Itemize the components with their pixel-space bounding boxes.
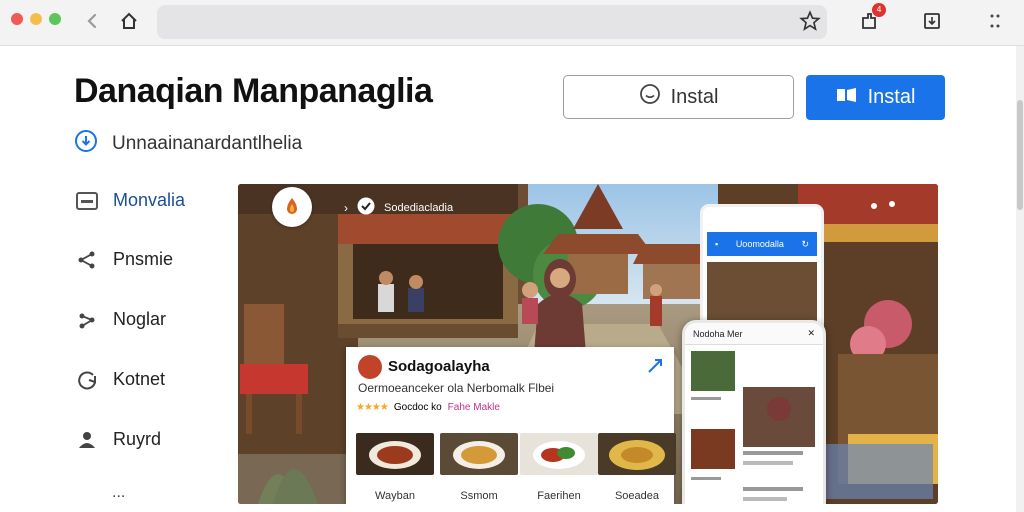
downloads-icon[interactable] xyxy=(920,9,944,33)
card-avatar xyxy=(358,355,382,379)
dish-item: Faerihen xyxy=(520,433,598,502)
back-icon[interactable] xyxy=(80,9,104,33)
phone-header-title: Nodoha Mer xyxy=(693,328,743,339)
star-bookmark-icon[interactable] xyxy=(798,9,822,33)
sidebar-item-label: Monvalia xyxy=(113,190,186,210)
share-icon xyxy=(74,247,99,272)
address-bar[interactable] xyxy=(157,5,827,39)
person-icon xyxy=(74,427,99,452)
sidebar-item-pnsmie[interactable]: Pnsmie xyxy=(74,247,173,272)
phone-mockup: Nodoha Mer ✕ xyxy=(682,320,826,504)
subtitle-row: Unnaainanardantlhelia xyxy=(74,129,302,158)
dish-label: Faerihen xyxy=(537,490,581,502)
sidebar-item-label: Kotnet xyxy=(113,369,166,389)
dish-label: Wayban xyxy=(375,490,415,502)
sidebar-item-kotnet[interactable]: Kotnet xyxy=(74,367,165,392)
share-star-icon xyxy=(646,357,664,375)
app-logo xyxy=(272,187,312,227)
sidebar-item-label: Pnsmie xyxy=(113,249,174,269)
card-rating: ★★★★ Gocdoc ko Fahe Makle xyxy=(356,402,500,413)
dish-image xyxy=(520,433,598,475)
tablet-bar-label: Uoomodalla xyxy=(735,239,784,249)
app-title: Danaqian Manpanaglia xyxy=(74,72,433,110)
card-description: Oermoeanceker ola Nerbomalk Flbei xyxy=(358,381,555,395)
window-maximize-dot[interactable] xyxy=(49,13,61,25)
close-icon: ✕ xyxy=(807,328,815,338)
share-nodes-icon xyxy=(74,307,99,332)
chevron-right-icon: › xyxy=(344,200,348,215)
window-close-dot[interactable] xyxy=(11,13,23,25)
install-primary-button[interactable]: Instal xyxy=(806,75,945,120)
refresh-small-icon: ↻ xyxy=(801,238,809,249)
dish-item: Soeadea xyxy=(598,433,676,502)
page-scrollbar[interactable] xyxy=(1016,46,1024,512)
window-icon xyxy=(74,188,99,213)
install-outline-label: Instal xyxy=(670,85,719,108)
hero-screenshot: › Sodediacladia ▪ Uoomodalla ↻ Sodagoala… xyxy=(238,184,938,504)
install-outline-button[interactable]: Instal xyxy=(563,75,794,119)
window-minimize-dot[interactable] xyxy=(30,13,42,25)
refresh-icon xyxy=(74,367,99,392)
phone-header: Nodoha Mer ✕ xyxy=(685,323,823,345)
extensions-icon[interactable]: 4 xyxy=(857,3,886,33)
dish-item: Ssmom xyxy=(440,433,518,502)
scrollbar-thumb[interactable] xyxy=(1017,100,1023,210)
download-circle-icon xyxy=(74,129,98,158)
home-icon[interactable] xyxy=(117,9,141,33)
phone-content-image xyxy=(691,351,815,501)
grid-icon: ▪ xyxy=(715,239,719,249)
dish-item: Wayban xyxy=(356,433,434,502)
sidebar-more[interactable]: ... xyxy=(112,484,125,502)
sidebar-item-monvalia[interactable]: Monvalia xyxy=(74,188,185,213)
dish-label: Soeadea xyxy=(614,490,660,502)
sidebar-item-label: Ruyrd xyxy=(113,429,162,449)
dish-image xyxy=(356,433,434,475)
dish-label: Ssmom xyxy=(460,490,498,502)
smiley-icon xyxy=(639,83,661,111)
install-primary-label: Instal xyxy=(867,86,916,108)
browser-toolbar: 4 xyxy=(0,0,1024,46)
hero-caption-text: Sodediacladia xyxy=(384,201,454,214)
circle-logo-icon xyxy=(356,196,376,219)
card-name: Sodagoalayha xyxy=(388,358,490,375)
hero-caption: › Sodediacladia xyxy=(344,196,453,219)
menu-icon[interactable] xyxy=(983,9,1007,33)
card-tag: Fahe Makle xyxy=(447,402,500,413)
install-app-icon xyxy=(836,86,858,110)
sidebar-item-ruyrd[interactable]: Ruyrd xyxy=(74,427,161,452)
notification-badge: 4 xyxy=(872,3,886,17)
rating-stars: ★★★★ xyxy=(356,402,389,413)
app-preview-card: Sodagoalayha Oermoeanceker ola Nerbomalk… xyxy=(346,347,676,504)
sidebar-item-noglar[interactable]: Noglar xyxy=(74,307,166,332)
dish-image xyxy=(598,433,676,475)
tablet-header-bar: ▪ Uoomodalla ↻ xyxy=(707,232,817,256)
rating-text: Gocdoc ko xyxy=(393,402,442,413)
dish-image xyxy=(440,433,518,475)
app-subtitle: Unnaainanardantlhelia xyxy=(112,132,303,154)
sidebar-item-label: Noglar xyxy=(113,309,167,329)
